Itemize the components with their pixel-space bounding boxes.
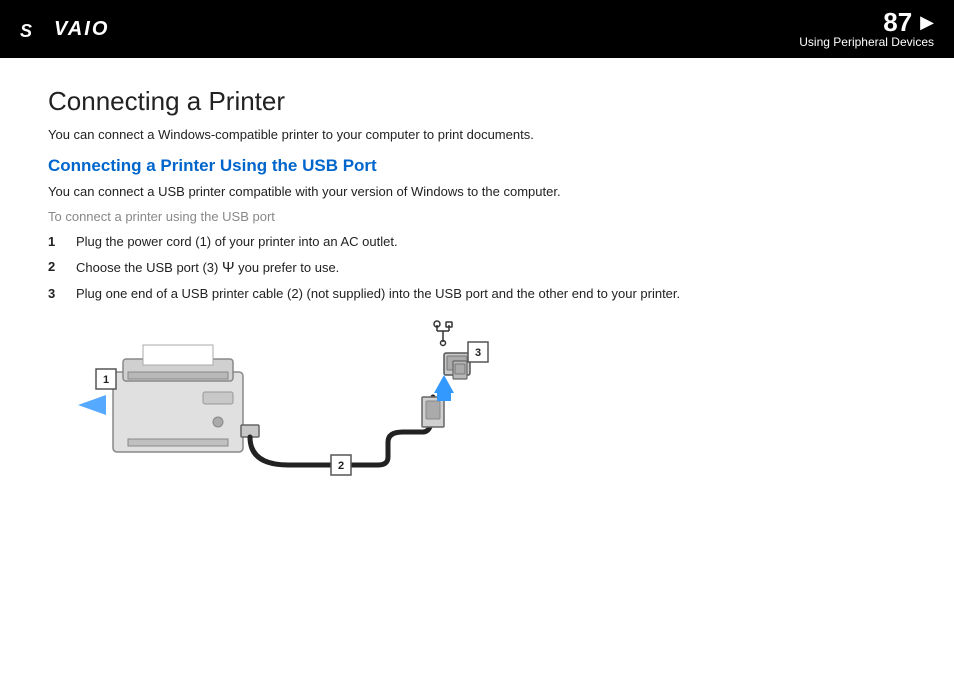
header-section-title: Using Peripheral Devices — [799, 35, 934, 49]
page-number: 87 — [883, 9, 912, 35]
label-text-2: 2 — [338, 460, 344, 472]
page-header: S VAIO 87 ▶ Using Peripheral Devices — [0, 0, 954, 58]
printer-top-slot — [128, 372, 228, 379]
usb-arrow-stem — [437, 393, 451, 401]
step-item-1: 1 Plug the power cord (1) of your printe… — [48, 234, 906, 249]
usb-up-arrow — [434, 375, 454, 393]
step-text-1: Plug the power cord (1) of your printer … — [76, 234, 906, 249]
header-arrow-icon: ▶ — [920, 12, 934, 33]
printer-indicator — [213, 417, 223, 427]
label-text-3: 3 — [475, 347, 481, 359]
content-area: Connecting a Printer You can connect a W… — [0, 58, 954, 537]
step-item-3: 3 Plug one end of a USB printer cable (2… — [48, 286, 906, 301]
step-number-1: 1 — [48, 234, 76, 249]
step-number-3: 3 — [48, 286, 76, 301]
step-text-3: Plug one end of a USB printer cable (2) … — [76, 286, 906, 301]
section-intro-text: You can connect a USB printer compatible… — [48, 184, 906, 199]
label-text-1: 1 — [103, 374, 109, 386]
printer-bottom-slot — [128, 439, 228, 446]
sony-logo-icon: S — [16, 13, 48, 45]
usb-symbol-base — [441, 341, 446, 346]
step-number-2: 2 — [48, 259, 76, 274]
usb-symbol-square — [446, 322, 452, 327]
power-arrow-icon — [78, 395, 106, 415]
svg-text:S: S — [20, 21, 32, 41]
steps-list: 1 Plug the power cord (1) of your printe… — [48, 234, 906, 301]
vaio-logo-text: VAIO — [54, 18, 109, 41]
subsection-heading: To connect a printer using the USB port — [48, 209, 906, 224]
step-text-2: Choose the USB port (3) Ψ you prefer to … — [76, 259, 906, 276]
diagram-svg: 1 2 3 — [48, 317, 548, 517]
header-right: 87 ▶ Using Peripheral Devices — [799, 9, 934, 49]
main-heading: Connecting a Printer — [48, 86, 906, 117]
section-heading: Connecting a Printer Using the USB Port — [48, 156, 906, 176]
connection-diagram: 1 2 3 — [48, 317, 548, 517]
usb-connector-inner — [426, 401, 440, 419]
usb-device-inner — [455, 364, 465, 374]
step-item-2: 2 Choose the USB port (3) Ψ you prefer t… — [48, 259, 906, 276]
printer-paper — [143, 345, 213, 365]
intro-paragraph: You can connect a Windows-compatible pri… — [48, 127, 906, 142]
printer-button — [203, 392, 233, 404]
logo-area: S VAIO — [16, 13, 109, 45]
